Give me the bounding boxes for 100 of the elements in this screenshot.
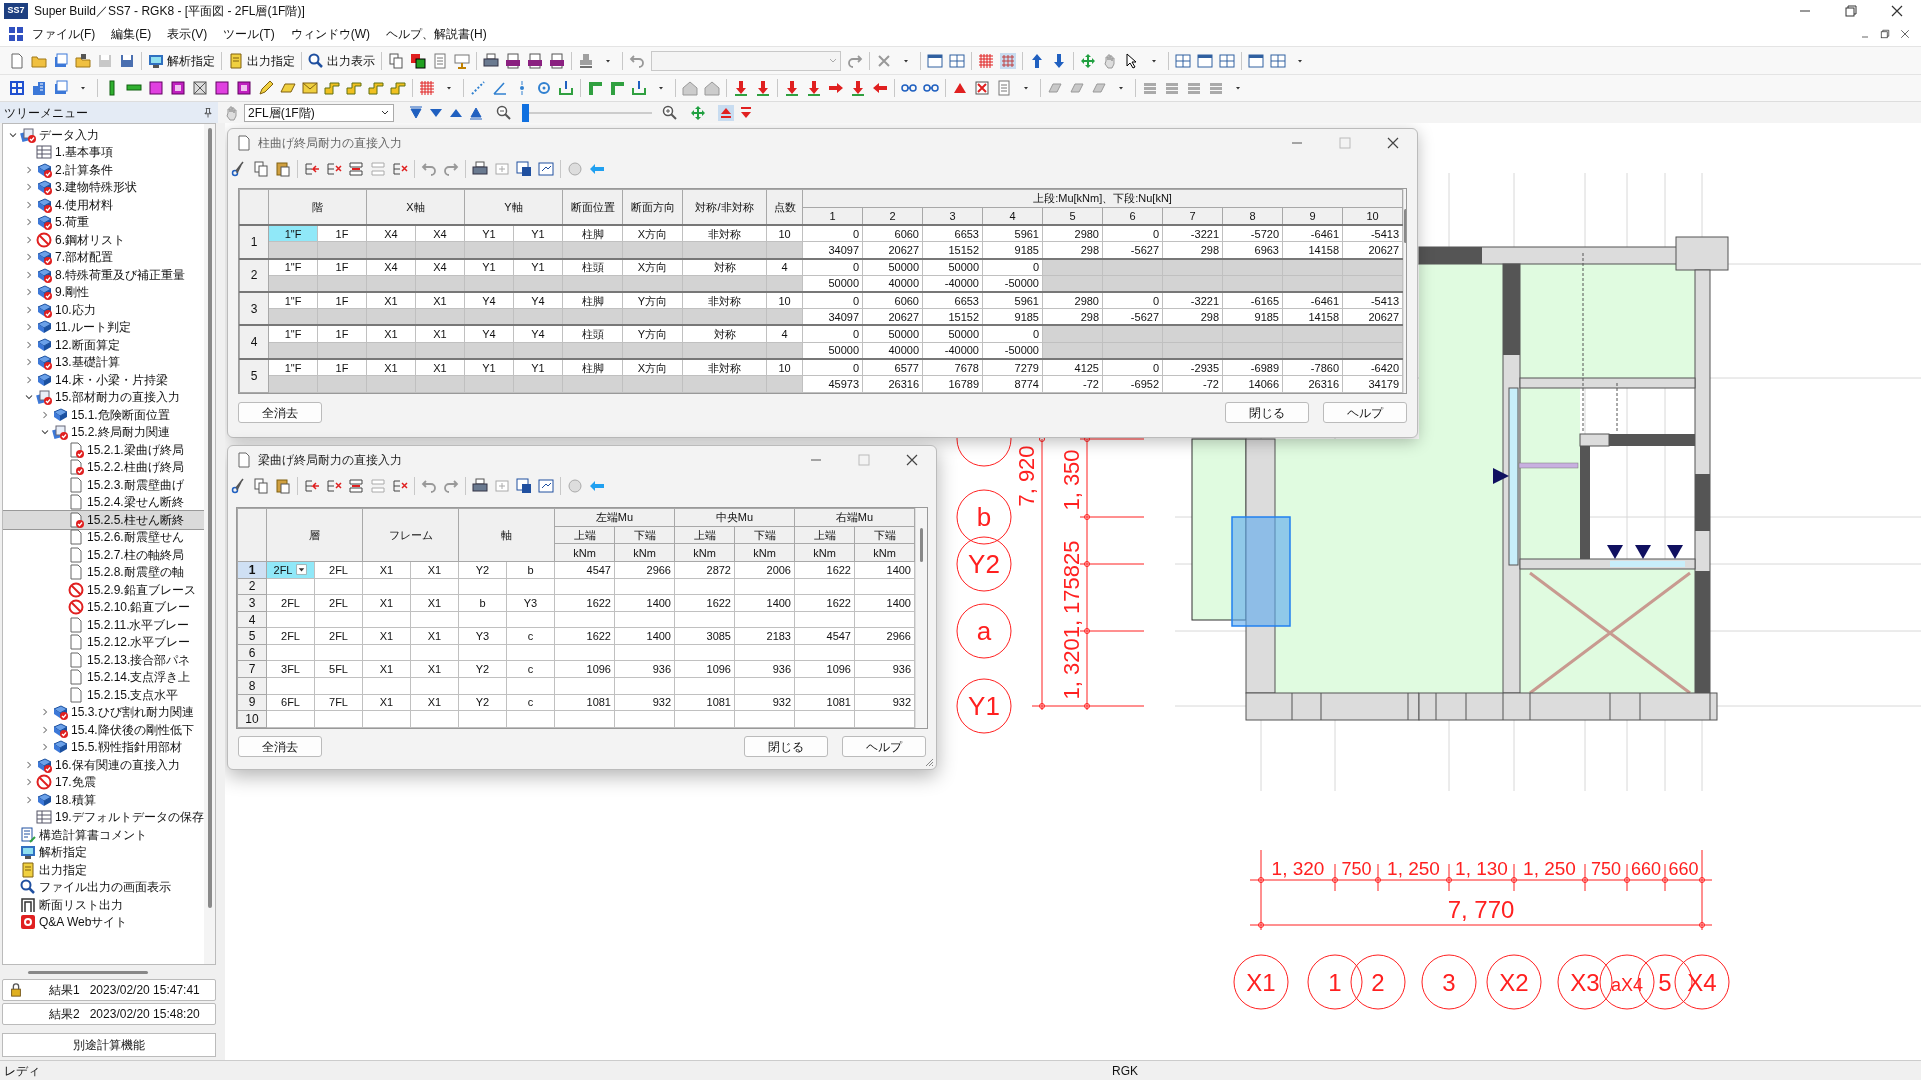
dialog-button[interactable]: ヘルプ (1323, 402, 1407, 423)
table-cell[interactable]: 1096 (674, 661, 735, 678)
angle-icon[interactable] (492, 80, 508, 96)
table-cell[interactable]: Y2 (458, 561, 507, 578)
table-cell[interactable]: 6FL (266, 694, 315, 711)
table-cell[interactable]: 34179 (1342, 375, 1403, 393)
up-arrow-icon[interactable] (1029, 52, 1045, 69)
tree-item[interactable]: Q&A Webサイト (3, 913, 204, 931)
tree-item[interactable]: 15.2.15.支点水平 (3, 686, 204, 704)
cut-icon[interactable] (231, 478, 247, 494)
table-cell[interactable]: 2FL (314, 627, 363, 645)
delete-row-icon[interactable] (326, 161, 342, 177)
table-cell[interactable]: X4 (415, 225, 465, 242)
table-cell[interactable]: Y方向 (622, 292, 683, 309)
table-cell[interactable]: 0 (982, 258, 1043, 276)
stack-icon[interactable] (1164, 80, 1180, 96)
table-cell[interactable]: -72 (1042, 375, 1103, 393)
load-arrow-icon[interactable] (806, 80, 822, 96)
dialog-button[interactable]: ヘルプ (842, 736, 926, 757)
page-icon[interactable] (9, 52, 25, 69)
table-cell[interactable]: 7678 (922, 358, 983, 376)
floor-dropdown[interactable]: 2FL層(1F階) (244, 103, 394, 122)
table-cell[interactable]: 50000 (862, 325, 923, 343)
table-cell[interactable]: 3FL (266, 661, 315, 678)
table-cell[interactable]: 2FL (314, 594, 363, 612)
table-cell[interactable]: X方向 (622, 225, 683, 242)
table-cell[interactable]: 0 (802, 225, 863, 242)
restore-icon[interactable] (1879, 28, 1891, 40)
table-cell[interactable]: 26316 (862, 375, 923, 393)
table-cell[interactable]: 1081 (794, 694, 855, 711)
table-cell[interactable]: X4 (415, 258, 465, 276)
hand-icon[interactable] (1102, 52, 1118, 69)
table-cell[interactable]: 45973 (802, 375, 863, 393)
tree-item[interactable]: 2.計算条件 (3, 161, 204, 179)
toolbar-button[interactable]: 解析指定 (145, 49, 218, 72)
table-cell[interactable]: Y2 (458, 661, 507, 678)
tree-item[interactable]: 15.2.6.耐震壁せん (3, 528, 204, 546)
table-cell[interactable]: 1"F (268, 358, 318, 376)
table-cell[interactable]: 非対称 (682, 292, 767, 309)
split-window-icon[interactable] (1270, 52, 1286, 69)
tree-item[interactable]: 3.建物特殊形状 (3, 178, 204, 196)
table-cell[interactable]: 2006 (734, 561, 795, 578)
table-cell[interactable]: -5413 (1342, 225, 1403, 242)
table-cell[interactable]: Y4 (464, 292, 514, 309)
step-icon[interactable] (324, 80, 340, 96)
scrollbar-thumb[interactable] (920, 528, 923, 562)
menu-item[interactable]: ファイル(F) (24, 25, 104, 43)
dialog-button[interactable]: 閉じる (744, 736, 828, 757)
table-cell[interactable]: 50000 (922, 258, 983, 276)
table-cell[interactable]: 1F (317, 258, 367, 276)
table-cell[interactable]: X方向 (622, 258, 683, 276)
table-cell[interactable]: X1 (410, 694, 459, 711)
table-cell[interactable]: 1622 (794, 561, 855, 578)
table-cell[interactable]: 2966 (614, 561, 675, 578)
table-cell[interactable]: 0 (1102, 292, 1163, 309)
tree-item[interactable]: 12.断面算定 (3, 336, 204, 354)
table-cell[interactable]: 2FL (314, 561, 363, 578)
table-cell[interactable]: 7279 (982, 358, 1043, 376)
table-cell[interactable]: 6653 (922, 292, 983, 309)
table-cell[interactable]: 5FL (314, 661, 363, 678)
table-cell[interactable]: 1400 (854, 561, 915, 578)
table-cell[interactable]: 7FL (314, 694, 363, 711)
scrollbar-thumb[interactable] (28, 970, 148, 974)
toolbar-button[interactable]: 出力表示 (305, 49, 378, 72)
table-cell[interactable]: c (506, 661, 555, 678)
table-cell[interactable]: 1"F (268, 292, 318, 309)
table-cell[interactable]: X1 (415, 358, 465, 376)
tree-item[interactable]: 17.免震 (3, 773, 204, 791)
split-window-icon[interactable] (1175, 52, 1191, 69)
shape-icon[interactable] (1091, 80, 1107, 96)
screen-icon[interactable] (454, 52, 470, 69)
tree-item[interactable]: 15.2.9.鉛直ブレース (3, 581, 204, 599)
tray-icon[interactable] (558, 80, 574, 96)
zoom-in-icon[interactable] (662, 104, 678, 121)
table-cell[interactable]: c (506, 694, 555, 711)
table-cell[interactable]: X4 (366, 258, 416, 276)
table-cell[interactable]: 1400 (854, 594, 915, 612)
tree-item[interactable]: 11.ルート判定 (3, 318, 204, 336)
house-icon[interactable] (704, 80, 720, 96)
step-icon[interactable] (346, 80, 362, 96)
table-cell[interactable]: 1622 (794, 594, 855, 612)
result-row[interactable]: 結果1 2023/02/20 15:47:41 (2, 979, 216, 1001)
table-cell[interactable]: 1F (317, 225, 367, 242)
table-cell[interactable]: X1 (362, 694, 411, 711)
table-cell[interactable]: Y1 (464, 258, 514, 276)
row-header[interactable]: 3 (239, 292, 269, 326)
table-cell[interactable]: Y4 (513, 292, 563, 309)
cross-icon[interactable] (974, 80, 990, 96)
drawing-canvas[interactable] (225, 123, 1921, 1060)
dropdown-caret-icon[interactable] (296, 563, 308, 577)
move-icon[interactable] (690, 104, 706, 121)
table-cell[interactable]: 6060 (862, 225, 923, 242)
shape-icon[interactable] (1047, 80, 1063, 96)
restore-icon[interactable] (1843, 3, 1859, 19)
table-cell[interactable]: 非対称 (682, 225, 767, 242)
table-cell[interactable]: 対称 (682, 258, 767, 276)
table-cell[interactable]: 6653 (922, 225, 983, 242)
tree-item[interactable]: 15.2.4.梁せん断終 (3, 493, 204, 511)
tree-item[interactable]: 15.2.7.柱の軸終局 (3, 546, 204, 564)
left-arrow-icon[interactable] (872, 80, 888, 96)
